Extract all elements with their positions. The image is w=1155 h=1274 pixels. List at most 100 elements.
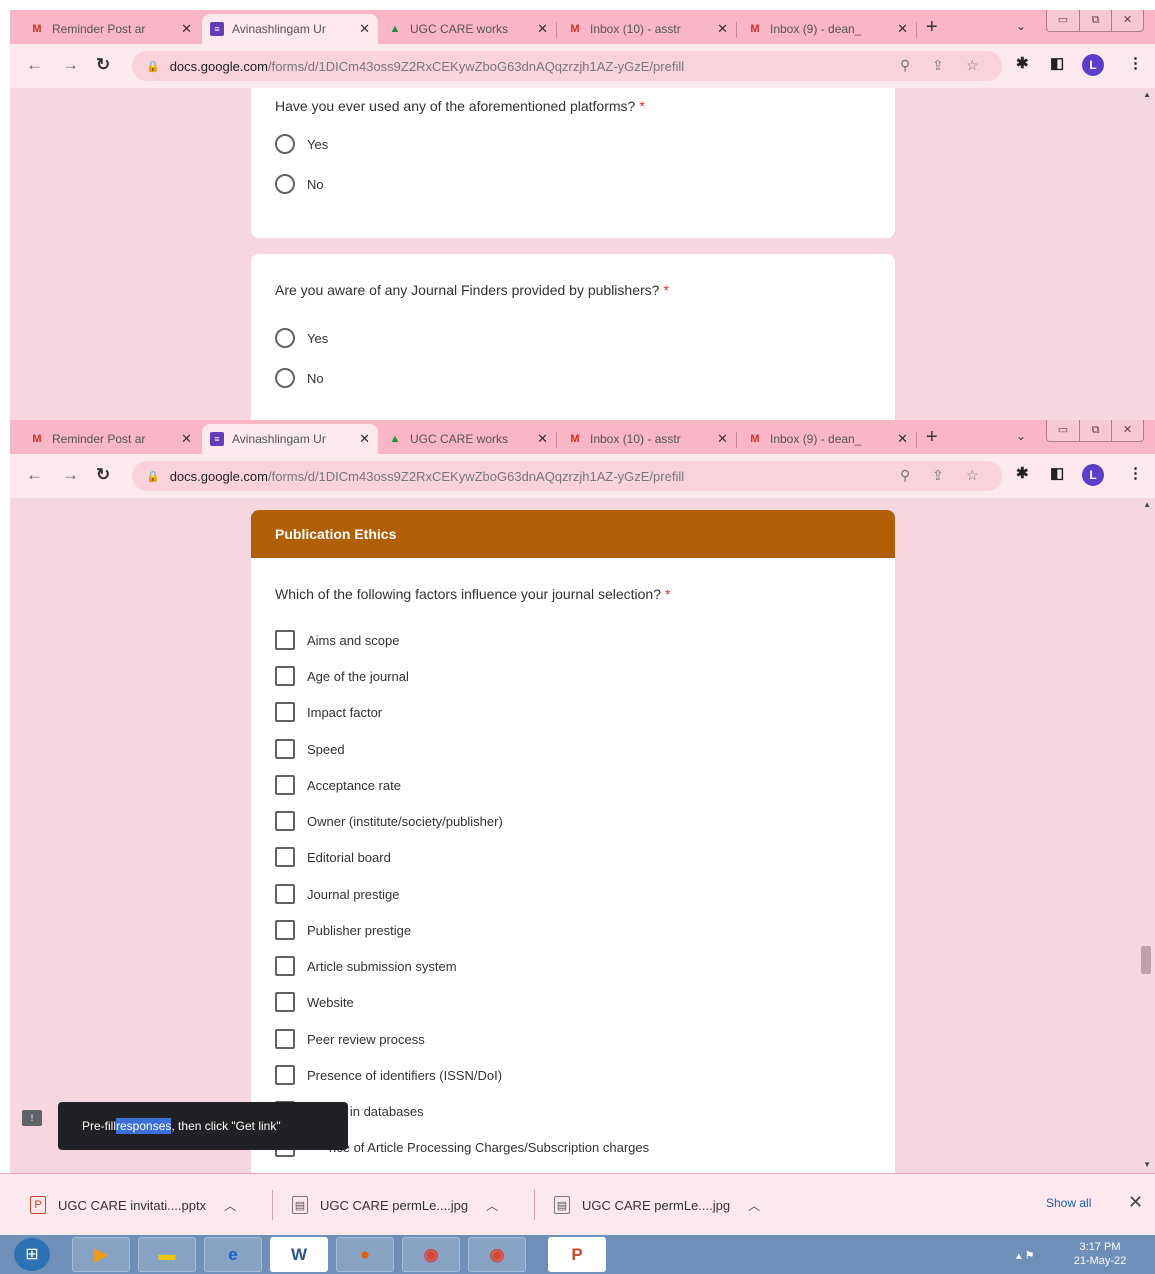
checkbox[interactable] — [275, 702, 295, 722]
back-icon[interactable]: ← — [26, 465, 43, 485]
radio-option-yes[interactable]: Yes — [275, 134, 328, 154]
chrome-profile-icon[interactable]: ◉ — [468, 1237, 526, 1272]
checkbox[interactable] — [275, 666, 295, 686]
maximize-icon[interactable]: ⧉ — [1079, 420, 1111, 441]
checkbox[interactable] — [275, 1065, 295, 1085]
firefox-icon[interactable]: ● — [336, 1237, 394, 1272]
radio-button[interactable] — [275, 134, 295, 154]
tab-reminder[interactable]: M Reminder Post ar ✕ — [22, 424, 200, 454]
tab-reminder[interactable]: M Reminder Post ar ✕ — [22, 14, 200, 44]
checkbox-option[interactable]: Aims and scope — [275, 630, 400, 650]
tab-inbox-dean[interactable]: M Inbox (9) - dean_ ✕ — [740, 14, 916, 44]
start-button[interactable]: ⊞ — [14, 1238, 50, 1271]
tab-search-chevron-icon[interactable]: ⌄ — [1016, 429, 1026, 443]
share-icon[interactable]: ⇪ — [932, 467, 944, 484]
checkbox[interactable] — [275, 739, 295, 759]
word-icon[interactable]: W — [270, 1237, 328, 1272]
powerpoint-icon[interactable]: P — [548, 1237, 606, 1272]
reload-icon[interactable]: ↻ — [96, 55, 110, 75]
checkbox[interactable] — [275, 847, 295, 867]
checkbox[interactable] — [275, 920, 295, 940]
close-window-icon[interactable]: ✕ — [1111, 10, 1143, 31]
bookmark-star-icon[interactable]: ☆ — [966, 467, 979, 484]
chevron-up-icon[interactable]: ︿ — [224, 1197, 236, 1214]
checkbox-option[interactable]: Acceptance rate — [275, 775, 401, 795]
system-clock[interactable]: 3:17 PM 21-May-22 — [1070, 1240, 1130, 1268]
internet-explorer-icon[interactable]: e — [204, 1237, 262, 1272]
maximize-icon[interactable]: ⧉ — [1079, 10, 1111, 31]
close-icon[interactable]: ✕ — [181, 21, 192, 37]
checkbox-option[interactable]: Publisher prestige — [275, 920, 411, 940]
share-icon[interactable]: ⇪ — [932, 57, 944, 74]
radio-option-no[interactable]: No — [275, 368, 324, 388]
radio-option-no[interactable]: No — [275, 174, 324, 194]
checkbox-option[interactable]: Peer review process — [275, 1029, 425, 1049]
scroll-up-icon[interactable]: ▲ — [1143, 500, 1151, 509]
close-icon[interactable]: ✕ — [897, 21, 908, 37]
tab-ugc-care[interactable]: ▲ UGC CARE works ✕ — [380, 14, 556, 44]
scrollbar-thumb[interactable] — [1141, 946, 1151, 974]
file-explorer-icon[interactable]: ▬ — [138, 1237, 196, 1272]
new-tab-button[interactable]: + — [926, 16, 938, 39]
tab-inbox-asstr[interactable]: M Inbox (10) - asstr ✕ — [560, 14, 736, 44]
reload-icon[interactable]: ↻ — [96, 465, 110, 485]
close-icon[interactable]: ✕ — [897, 431, 908, 447]
close-icon[interactable]: ✕ — [537, 431, 548, 447]
avatar[interactable]: L — [1082, 464, 1104, 486]
checkbox[interactable] — [275, 630, 295, 650]
close-icon[interactable]: ✕ — [717, 431, 728, 447]
checkbox-option[interactable]: Editorial board — [275, 847, 391, 867]
extensions-icon[interactable]: ✱ — [1016, 54, 1029, 72]
close-icon[interactable]: ✕ — [717, 21, 728, 37]
checkbox[interactable] — [275, 956, 295, 976]
radio-button[interactable] — [275, 328, 295, 348]
scroll-down-icon[interactable]: ▼ — [1143, 1160, 1151, 1169]
close-icon[interactable]: ✕ — [359, 431, 370, 447]
feedback-icon[interactable]: ! — [22, 1110, 42, 1126]
checkbox-option[interactable]: Journal prestige — [275, 884, 400, 904]
close-icon[interactable]: ✕ — [359, 21, 370, 37]
download-item[interactable]: ▤ UGC CARE permLe....jpg ︿ — [292, 1174, 498, 1236]
scroll-up-icon[interactable]: ▲ — [1143, 90, 1151, 99]
chevron-up-icon[interactable]: ︿ — [486, 1197, 498, 1214]
tab-inbox-dean[interactable]: M Inbox (9) - dean_ ✕ — [740, 424, 916, 454]
url-input[interactable]: 🔒 docs.google.com /forms/d/1DICm43oss9Z2… — [132, 51, 1002, 81]
close-icon[interactable]: ✕ — [181, 431, 192, 447]
close-icon[interactable]: ✕ — [537, 21, 548, 37]
close-window-icon[interactable]: ✕ — [1111, 420, 1143, 441]
zoom-icon[interactable]: ⚲ — [900, 467, 910, 484]
radio-button[interactable] — [275, 174, 295, 194]
chevron-up-icon[interactable]: ︿ — [748, 1197, 760, 1214]
checkbox[interactable] — [275, 811, 295, 831]
tab-search-chevron-icon[interactable]: ⌄ — [1016, 19, 1026, 33]
minimize-icon[interactable]: ▭ — [1047, 420, 1079, 441]
checkbox-option[interactable]: Article submission system — [275, 956, 457, 976]
checkbox-option[interactable]: Website — [275, 992, 354, 1012]
checkbox-option[interactable]: Speed — [275, 739, 345, 759]
avatar[interactable]: L — [1082, 54, 1104, 76]
forward-icon[interactable]: → — [62, 55, 79, 75]
minimize-icon[interactable]: ▭ — [1047, 10, 1079, 31]
menu-kebab-icon[interactable]: ⋮ — [1128, 54, 1143, 72]
checkbox-option[interactable]: Owner (institute/society/publisher) — [275, 811, 503, 831]
url-input[interactable]: 🔒 docs.google.com /forms/d/1DICm43oss9Z2… — [132, 461, 1002, 491]
side-panel-icon[interactable]: ◧ — [1050, 54, 1064, 72]
menu-kebab-icon[interactable]: ⋮ — [1128, 464, 1143, 482]
back-icon[interactable]: ← — [26, 55, 43, 75]
chrome-icon[interactable]: ◉ — [402, 1237, 460, 1272]
checkbox-option[interactable]: Age of the journal — [275, 666, 409, 686]
forward-icon[interactable]: → — [62, 465, 79, 485]
show-all-button[interactable]: Show all — [1046, 1196, 1091, 1210]
tab-inbox-asstr[interactable]: M Inbox (10) - asstr ✕ — [560, 424, 736, 454]
checkbox[interactable] — [275, 775, 295, 795]
checkbox[interactable] — [275, 884, 295, 904]
media-player-icon[interactable]: ▶ — [72, 1237, 130, 1272]
extensions-icon[interactable]: ✱ — [1016, 464, 1029, 482]
tab-avinashlingam[interactable]: ≡ Avinashlingam Ur ✕ — [202, 14, 378, 44]
side-panel-icon[interactable]: ◧ — [1050, 464, 1064, 482]
download-item[interactable]: ▤ UGC CARE permLe....jpg ︿ — [554, 1174, 760, 1236]
checkbox[interactable] — [275, 1029, 295, 1049]
bookmark-star-icon[interactable]: ☆ — [966, 57, 979, 74]
zoom-icon[interactable]: ⚲ — [900, 57, 910, 74]
download-item[interactable]: P UGC CARE invitati....pptx ︿ — [30, 1174, 236, 1236]
